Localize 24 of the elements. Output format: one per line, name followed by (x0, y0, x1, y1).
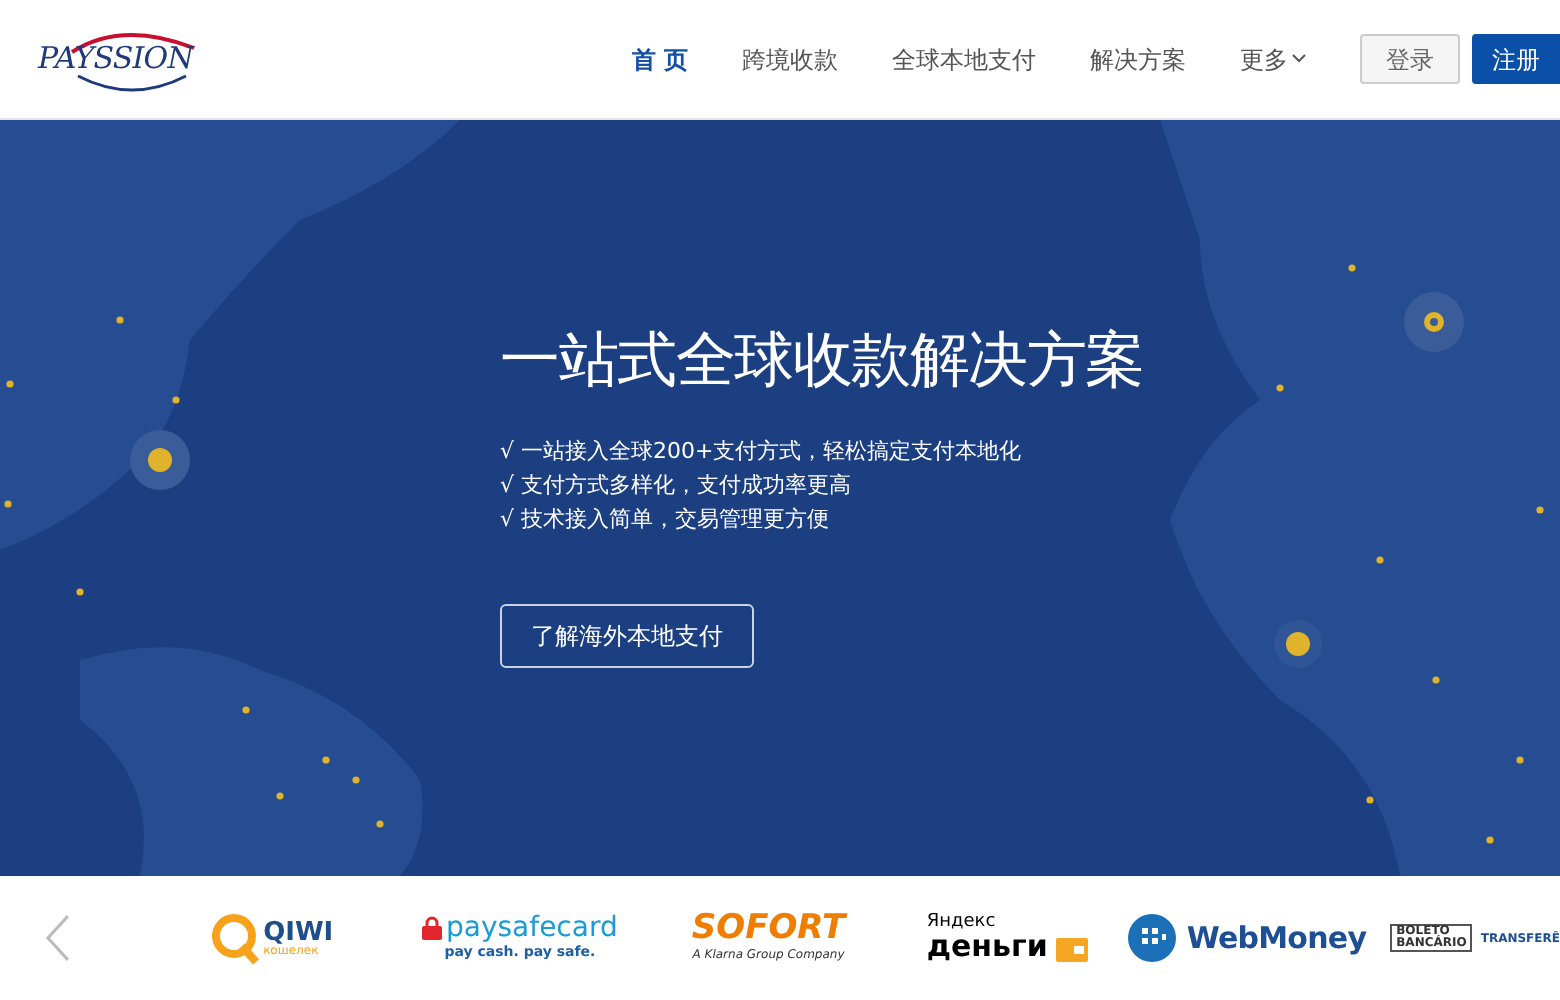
hero-title: 一站式全球收款解决方案 (500, 332, 1144, 392)
yandex-logo-text: Яндекс (926, 914, 998, 932)
q-logo-icon (209, 912, 262, 964)
nav-link[interactable]: 跨境收款 (742, 41, 838, 77)
feature-point: √ 技术接入简单，交易管理更方便 (500, 504, 832, 534)
learn-more-button[interactable]: 了解海外本地支付 (500, 604, 754, 668)
login-button[interactable]: 登录 (1360, 34, 1460, 84)
globe-icon (1126, 912, 1179, 964)
nav-link[interactable]: 全球本地支付 (892, 41, 1036, 77)
chevron-left-icon[interactable] (44, 914, 72, 962)
register-button[interactable]: 注册 (1472, 34, 1560, 84)
nav-link[interactable]: 更多 (1240, 41, 1306, 77)
paysafecard-logo-text: paysafecard (446, 913, 618, 942)
padlock-icon (422, 915, 443, 940)
yandex-money-text: деньги (926, 932, 1048, 962)
sofort-logo-text: SOFORT (691, 912, 846, 946)
payssion-logo: PAYSSION (38, 19, 218, 99)
feature-point: √ 一站接入全球200+支付方式，轻松搞定支付本地化 (500, 436, 1022, 466)
nav-link[interactable]: 首 页 (631, 41, 688, 77)
qiwi-logo-text: QIWI (263, 919, 334, 945)
wallet-icon (1055, 934, 1088, 962)
feature-point: √ 支付方式多样化，支付成功率更高 (500, 470, 854, 500)
webmoney-logo-text: WebMoney (1186, 917, 1367, 960)
nav-link[interactable]: 解决方案 (1090, 41, 1186, 77)
